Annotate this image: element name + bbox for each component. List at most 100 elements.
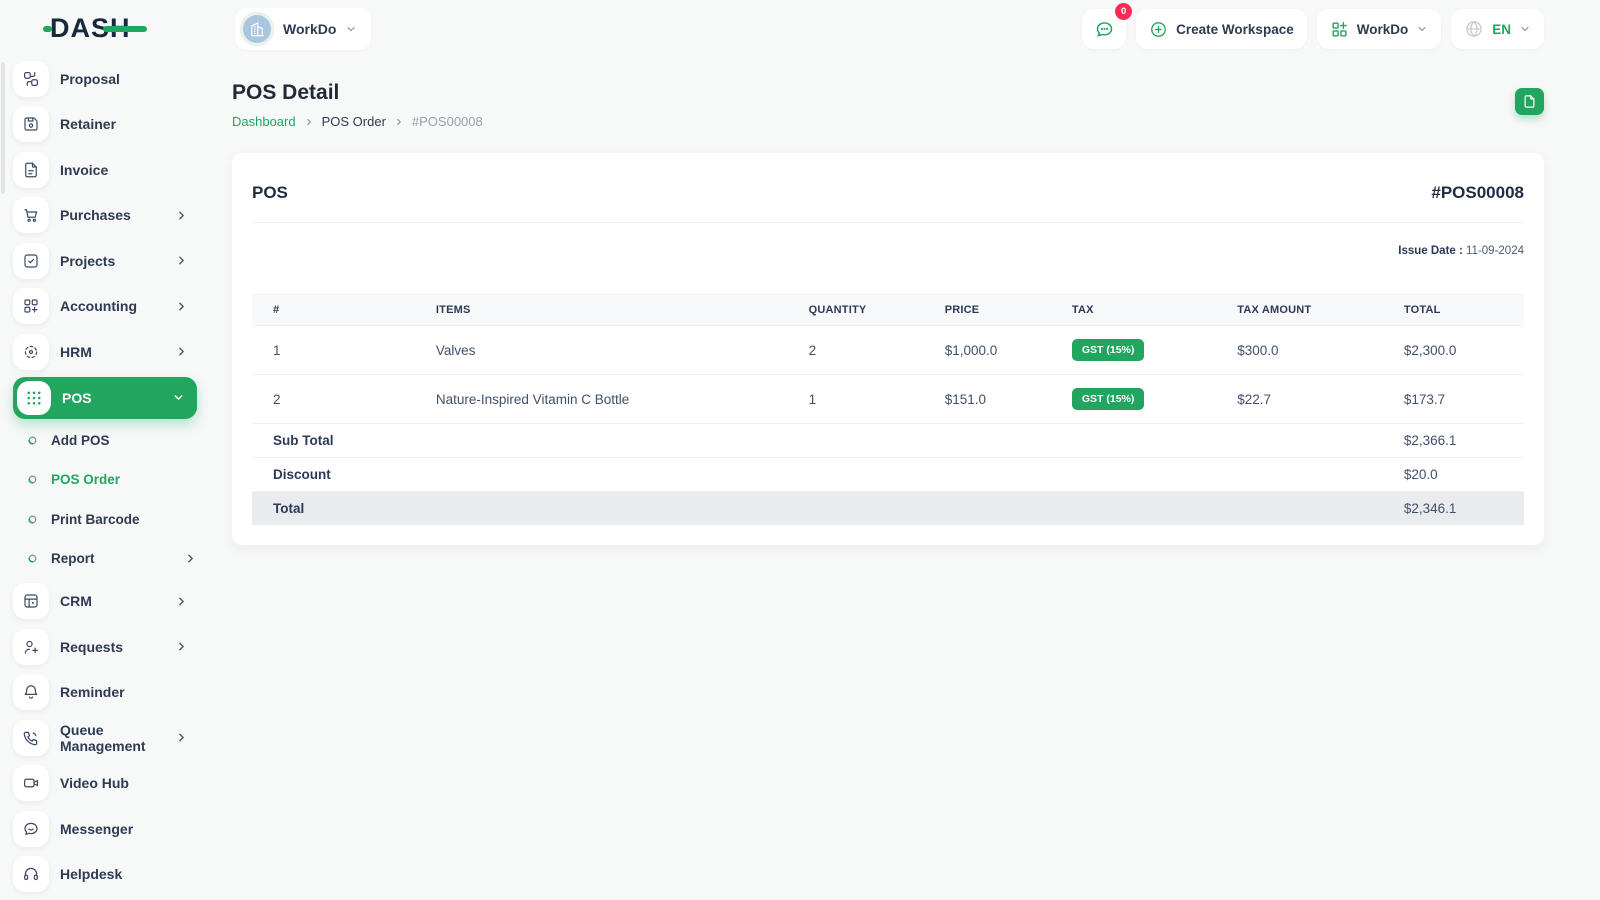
item-row: 2 Nature-Inspired Vitamin C Bottle 1 $15… xyxy=(252,374,1524,424)
tax-badge: GST (15%) xyxy=(1071,388,1145,410)
requests-user-plus-icon xyxy=(13,628,49,665)
sidebar-item-video-hub[interactable]: Video Hub xyxy=(13,761,197,807)
sidebar-item-invoice[interactable]: Invoice xyxy=(13,147,197,193)
bullet-icon xyxy=(27,435,38,446)
item-no: 2 xyxy=(252,374,420,424)
sidebar-menu: Proposal Retainer Invoice Purchases Projects… xyxy=(0,56,220,897)
workspace-name: WorkDo xyxy=(283,21,337,37)
chevron-right-icon xyxy=(175,640,188,653)
sidebar-item-label: Queue Management xyxy=(60,721,146,754)
summary-label: Sub Total xyxy=(252,423,793,458)
messenger-chat-icon xyxy=(13,810,49,847)
sidebar-item-label: CRM xyxy=(60,593,92,610)
sidebar-item-messenger[interactable]: Messenger xyxy=(13,806,197,852)
sidebar-item-label: HRM xyxy=(60,343,92,360)
breadcrumb-item[interactable]: POS Order xyxy=(322,114,386,129)
workspace-menu-button[interactable]: WorkDo xyxy=(1316,9,1442,49)
language-label: EN xyxy=(1492,21,1511,37)
bullet-icon xyxy=(27,474,38,485)
topbar: WorkDo 0 Create Workspace WorkDo EN xyxy=(232,0,1544,58)
breadcrumb: Dashboard POS Order #POS00008 xyxy=(232,114,483,129)
item-tax-amount: $22.7 xyxy=(1221,374,1388,424)
hrm-target-icon xyxy=(13,333,49,370)
sidebar-item-label: Proposal xyxy=(60,70,120,87)
column-header: TOTAL xyxy=(1387,294,1524,326)
chevron-down-icon xyxy=(347,26,356,32)
sidebar-subitem-label: POS Order xyxy=(51,472,121,488)
sidebar-subitem-label: Add POS xyxy=(51,432,110,448)
sidebar-item-label: Helpdesk xyxy=(60,866,123,883)
chevron-down-icon xyxy=(172,391,185,404)
dash-logo[interactable]: DASH xyxy=(43,14,147,42)
bullet-icon xyxy=(27,553,38,564)
building-icon xyxy=(251,22,264,37)
crm-layout-icon xyxy=(13,583,49,620)
breadcrumb-item[interactable]: Dashboard xyxy=(232,114,296,129)
export-pos-button[interactable] xyxy=(1515,88,1544,115)
logo-area: DASH xyxy=(0,0,220,56)
file-export-icon xyxy=(1524,95,1535,108)
purchases-cart-icon xyxy=(13,197,49,234)
reminder-bell-icon xyxy=(13,674,49,711)
workspace-avatar xyxy=(240,12,274,46)
sidebar-item-label: Retainer xyxy=(60,116,117,133)
create-workspace-label: Create Workspace xyxy=(1176,21,1294,37)
topbar-right: 0 Create Workspace WorkDo EN xyxy=(1082,3,1544,49)
item-tax-amount: $300.0 xyxy=(1221,325,1388,375)
workspace-selector[interactable]: WorkDo xyxy=(235,8,372,50)
sidebar-subitem-print-barcode[interactable]: Print Barcode xyxy=(27,500,197,540)
summary-value: $2,346.1 xyxy=(1387,491,1524,525)
pos-detail-card: POS #POS00008 Issue Date : 11-09-2024 # I… xyxy=(232,153,1544,545)
card-header: POS #POS00008 xyxy=(252,173,1524,222)
item-row: 1 Valves 2 $1,000.0 GST (15%) $300.0 $2,… xyxy=(252,325,1524,375)
chevron-down-icon xyxy=(1521,26,1529,32)
sidebar-item-accounting[interactable]: Accounting xyxy=(13,284,197,330)
sidebar-subitem-pos-order[interactable]: POS Order xyxy=(27,460,197,500)
sidebar-item-label: Requests xyxy=(60,638,124,655)
sidebar-scrollbar[interactable] xyxy=(1,62,5,194)
messages-button[interactable]: 0 xyxy=(1082,3,1133,49)
summary-value: $20.0 xyxy=(1387,457,1524,492)
sidebar-item-queue-management[interactable]: Queue Management xyxy=(13,715,197,761)
item-total: $2,300.0 xyxy=(1387,325,1524,375)
language-selector[interactable]: EN xyxy=(1451,9,1544,49)
summary-row: Discount $20.0 xyxy=(252,457,1524,492)
accounting-grid-icon xyxy=(13,288,49,325)
sidebar-item-hrm[interactable]: HRM xyxy=(13,329,197,375)
sidebar-subitem-report[interactable]: Report xyxy=(27,539,197,579)
sidebar-item-retainer[interactable]: Retainer xyxy=(13,102,197,148)
sidebar-item-purchases[interactable]: Purchases xyxy=(13,193,197,239)
sidebar-item-label: Messenger xyxy=(60,820,134,837)
sidebar-item-requests[interactable]: Requests xyxy=(13,624,197,670)
logo-green-bar-icon xyxy=(102,25,147,32)
breadcrumb-separator-icon xyxy=(304,117,314,127)
sidebar-item-reminder[interactable]: Reminder xyxy=(13,670,197,716)
issue-date: Issue Date : 11-09-2024 xyxy=(252,245,1524,257)
sidebar-item-projects[interactable]: Projects xyxy=(13,238,197,284)
projects-check-icon xyxy=(13,242,49,279)
sidebar-item-label: POS xyxy=(62,389,92,406)
divider xyxy=(252,222,1524,223)
sidebar-item-label: Reminder xyxy=(60,684,125,701)
chevron-down-icon xyxy=(1418,26,1426,32)
item-price: $1,000.0 xyxy=(928,325,1056,375)
page-header: POS Detail Dashboard POS Order #POS00008 xyxy=(232,81,1544,129)
sidebar-subitem-label: Report xyxy=(51,551,95,567)
main-area: WorkDo 0 Create Workspace WorkDo EN POS … xyxy=(220,0,1600,900)
sidebar-subitem-add-pos[interactable]: Add POS xyxy=(27,421,197,461)
workspace-grid-icon xyxy=(1332,21,1347,37)
sidebar-item-helpdesk[interactable]: Helpdesk xyxy=(13,852,197,898)
create-workspace-button[interactable]: Create Workspace xyxy=(1136,9,1307,49)
tax-badge: GST (15%) xyxy=(1071,339,1145,361)
summary-row: Sub Total $2,366.1 xyxy=(252,423,1524,458)
sidebar-item-label: Invoice xyxy=(60,161,109,178)
sidebar-item-crm[interactable]: CRM xyxy=(13,579,197,625)
column-header: PRICE xyxy=(928,294,1056,326)
summary-row: Total $2,346.1 xyxy=(252,491,1524,525)
sidebar-item-label: Projects xyxy=(60,252,116,269)
proposal-swap-icon xyxy=(13,60,49,97)
item-no: 1 xyxy=(252,325,420,375)
card-title: POS xyxy=(252,183,288,202)
sidebar-item-proposal[interactable]: Proposal xyxy=(13,56,197,102)
sidebar-item-pos[interactable]: POS xyxy=(13,376,197,419)
